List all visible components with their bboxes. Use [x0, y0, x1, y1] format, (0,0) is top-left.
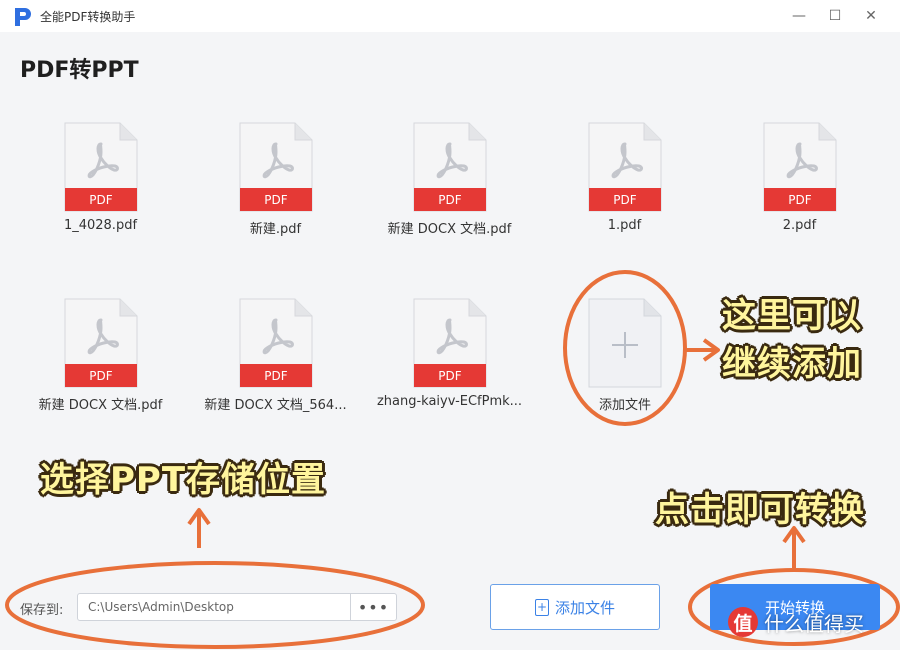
browse-more-button[interactable]: •••: [350, 594, 396, 620]
pdf-file-icon: PDF: [239, 122, 312, 212]
file-item[interactable]: PDF 1_4028.pdf: [13, 122, 188, 252]
pdf-badge-label: PDF: [438, 193, 461, 207]
pdf-file-icon: PDF: [413, 298, 486, 388]
watermark-badge: 值: [728, 607, 758, 637]
pdf-file-icon: PDF: [763, 122, 836, 212]
watermark: 值 什么值得买: [728, 604, 864, 640]
annotation-click-convert: 点击即可转换: [655, 490, 865, 530]
app-window: 全能PDF转换助手 — ☐ ✕ PDF转PPT PDF 1_4028.pdf PDF…: [0, 0, 900, 650]
file-name: 1.pdf: [607, 218, 642, 233]
pdf-badge-label: PDF: [613, 193, 636, 207]
file-name: zhang-kaiyv-ECfPmk...: [376, 394, 523, 409]
file-name: 1_4028.pdf: [63, 218, 138, 233]
annotation-add-more-line2: 继续添加: [722, 344, 862, 384]
maximize-button[interactable]: ☐: [822, 4, 848, 28]
pdf-file-icon: PDF: [413, 122, 486, 212]
add-doc-icon: +: [534, 598, 549, 616]
pdf-file-icon: PDF: [64, 122, 137, 212]
pdf-badge-label: PDF: [264, 193, 287, 207]
file-name: 2.pdf: [782, 218, 817, 233]
pdf-file-icon: PDF: [588, 122, 661, 212]
add-file-tile-label[interactable]: 添加文件: [560, 394, 690, 413]
file-item[interactable]: PDF 新建 DOCX 文档.pdf: [13, 298, 188, 428]
minimize-button[interactable]: —: [786, 4, 812, 28]
file-item[interactable]: PDF 新建 DOCX 文档.pdf: [362, 122, 537, 252]
file-name: 新建 DOCX 文档.pdf: [38, 398, 163, 413]
add-file-button[interactable]: + 添加文件: [490, 584, 660, 630]
window-title: 全能PDF转换助手: [40, 10, 136, 24]
file-item[interactable]: PDF 新建 DOCX 文档_564...: [188, 298, 363, 428]
pdf-badge-label: PDF: [788, 193, 811, 207]
pdf-file-icon: PDF: [239, 298, 312, 388]
file-name: 新建 DOCX 文档.pdf: [387, 222, 512, 237]
file-item[interactable]: PDF zhang-kaiyv-ECfPmk...: [362, 298, 537, 428]
file-item[interactable]: PDF 2.pdf: [712, 122, 887, 252]
pdf-file-icon: PDF: [64, 298, 137, 388]
save-path-field[interactable]: C:\Users\Admin\Desktop •••: [77, 593, 397, 621]
file-name: 新建.pdf: [249, 222, 302, 237]
pdf-badge-label: PDF: [438, 369, 461, 383]
pdf-badge-label: PDF: [89, 369, 112, 383]
file-item[interactable]: PDF 新建.pdf: [188, 122, 363, 252]
pdf-badge-label: PDF: [89, 193, 112, 207]
annotation-add-more: 这里可以 继续添加: [722, 292, 892, 388]
file-item[interactable]: PDF 1.pdf: [537, 122, 712, 252]
save-path-value: C:\Users\Admin\Desktop: [88, 600, 234, 614]
file-name: 新建 DOCX 文档_564...: [204, 398, 347, 413]
annotation-add-more-line1: 这里可以: [722, 296, 862, 336]
close-button[interactable]: ✕: [858, 4, 884, 28]
save-to-label: 保存到:: [20, 603, 64, 618]
title-bar: 全能PDF转换助手 — ☐ ✕: [0, 0, 900, 32]
annotation-choose-location: 选择PPT存储位置: [40, 460, 327, 500]
app-logo-icon: [15, 8, 31, 26]
add-file-button-label: 添加文件: [554, 598, 615, 617]
watermark-text: 什么值得买: [764, 611, 864, 636]
page-title: PDF转PPT: [20, 58, 139, 83]
add-file-tile[interactable]: [588, 298, 662, 388]
pdf-badge-label: PDF: [264, 369, 287, 383]
